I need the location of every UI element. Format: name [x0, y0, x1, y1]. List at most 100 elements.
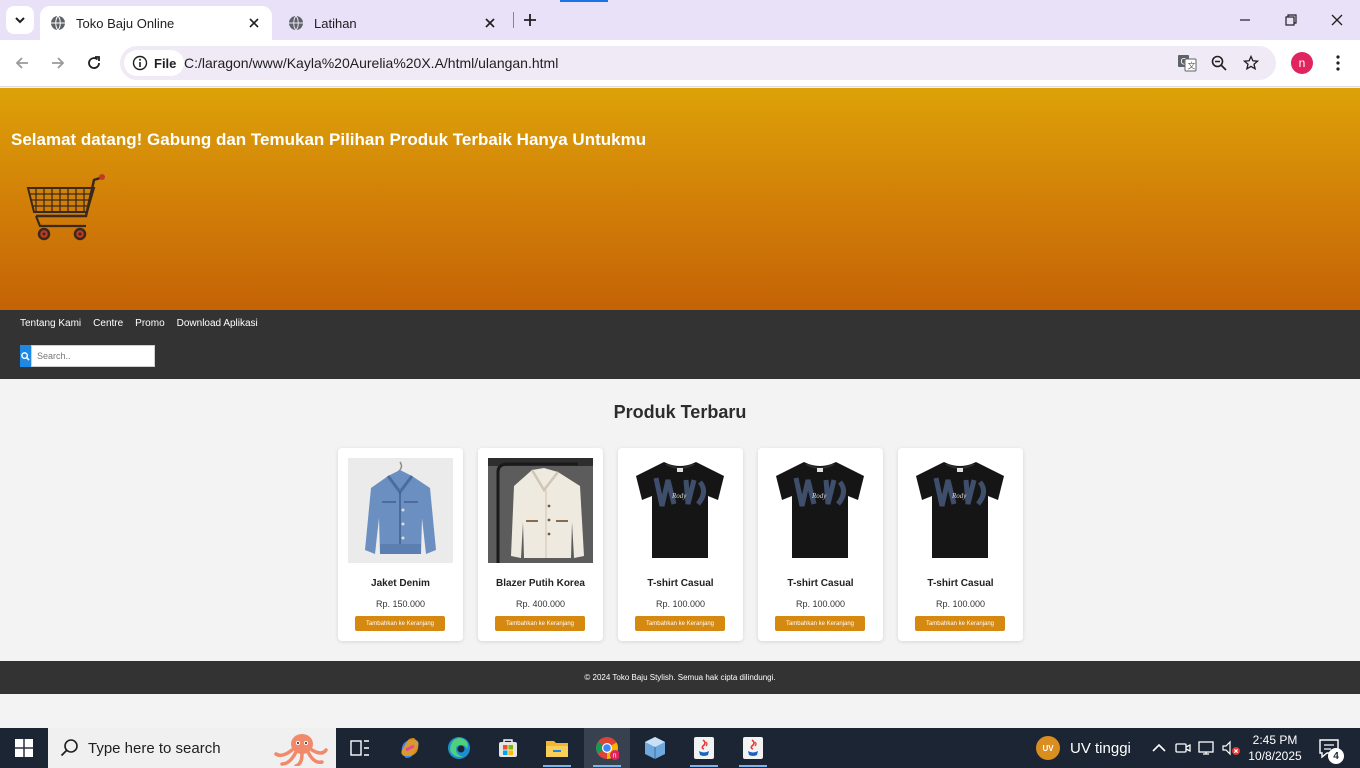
restore-button[interactable]	[1276, 6, 1306, 34]
edge-app[interactable]	[436, 728, 482, 768]
chevron-down-icon	[15, 17, 25, 24]
product-name: T-shirt Casual	[927, 578, 994, 589]
copilot-app[interactable]	[387, 728, 433, 768]
translate-icon: G文	[1178, 55, 1197, 72]
copilot-icon	[401, 738, 419, 758]
product-card: Rody T-shirt Casual Rp. 100.000 Tambahka…	[618, 448, 743, 641]
back-button[interactable]	[7, 48, 37, 78]
nav-link-download-aplikasi[interactable]: Download Aplikasi	[177, 318, 258, 329]
tab-title: Toko Baju Online	[76, 15, 175, 31]
globe-icon	[289, 15, 303, 31]
network-icon	[1198, 741, 1214, 755]
product-image-black-tshirt: Rody	[908, 458, 1013, 563]
forward-button[interactable]	[43, 48, 73, 78]
product-card: Jaket Denim Rp. 150.000 Tambahkan ke Ker…	[338, 448, 463, 641]
tab-title: Latihan	[314, 15, 357, 31]
bookmark-button[interactable]	[1240, 52, 1262, 74]
browser-toolbar: File C:/laragon/www/Kayla%20Aurelia%20X.…	[0, 40, 1360, 87]
search-button[interactable]	[20, 345, 31, 367]
globe-icon	[51, 15, 65, 31]
nav-link-centre[interactable]: Centre	[93, 318, 123, 329]
volume-button[interactable]	[1221, 738, 1241, 758]
clock-time: 2:45 PM	[1252, 733, 1298, 747]
hero-banner: Selamat datang! Gabung dan Temukan Pilih…	[0, 88, 1360, 310]
virtualbox-app[interactable]	[632, 728, 678, 768]
url-text[interactable]: C:/laragon/www/Kayla%20Aurelia%20X.A/htm…	[184, 55, 558, 71]
windows-taskbar: Type here to search n UV UV tinggi 2:45 …	[0, 728, 1360, 768]
taskbar-search-box[interactable]: Type here to search	[48, 728, 336, 768]
reload-icon	[88, 56, 100, 69]
svg-text:Rody: Rody	[811, 492, 827, 500]
site-info-chip[interactable]: File	[124, 50, 185, 76]
add-to-cart-button[interactable]: Tambahkan ke Keranjang	[635, 616, 725, 631]
folder-icon	[546, 741, 568, 757]
shopping-cart-icon	[26, 174, 105, 241]
zoom-button[interactable]	[1208, 52, 1230, 74]
tab-divider	[513, 12, 514, 28]
java-icon	[743, 737, 763, 759]
reload-button[interactable]	[79, 48, 109, 78]
uv-status-text: UV tinggi	[1070, 739, 1131, 757]
product-price: Rp. 100.000	[655, 599, 706, 609]
show-hidden-icons-button[interactable]	[1149, 738, 1169, 758]
section-title: Produk Terbaru	[613, 402, 747, 422]
nav-link-promo[interactable]: Promo	[135, 318, 164, 329]
java-app-1[interactable]	[681, 728, 727, 768]
address-bar[interactable]: File C:/laragon/www/Kayla%20Aurelia%20X.…	[120, 46, 1276, 80]
weather-widget[interactable]: UV UV tinggi	[1036, 736, 1131, 760]
close-tab-icon[interactable]	[246, 15, 262, 31]
clock-date: 10/8/2025	[1248, 749, 1302, 763]
svg-text:Rody: Rody	[671, 492, 687, 500]
tab-search-button[interactable]	[6, 6, 34, 34]
start-button[interactable]	[0, 728, 48, 768]
meet-now-button[interactable]	[1173, 738, 1193, 758]
product-price: Rp. 100.000	[935, 599, 986, 609]
uv-badge-icon: UV	[1036, 736, 1060, 760]
add-to-cart-button[interactable]: Tambahkan ke Keranjang	[915, 616, 1005, 631]
add-to-cart-button[interactable]: Tambahkan ke Keranjang	[495, 616, 585, 631]
microsoft-store-app[interactable]	[485, 728, 531, 768]
product-name: T-shirt Casual	[787, 578, 854, 589]
product-name: Jaket Denim	[371, 578, 430, 589]
star-icon	[1243, 55, 1259, 71]
task-view-button[interactable]	[337, 728, 383, 768]
nav-link-tentang-kami[interactable]: Tentang Kami	[20, 318, 81, 329]
system-clock[interactable]: 2:45 PM 10/8/2025	[1244, 732, 1306, 764]
product-name: T-shirt Casual	[647, 578, 714, 589]
tab-toko-baju-online[interactable]: Toko Baju Online	[40, 6, 272, 40]
chrome-app[interactable]: n	[584, 728, 630, 768]
network-button[interactable]	[1197, 738, 1217, 758]
store-icon	[499, 739, 517, 757]
close-window-button[interactable]	[1322, 6, 1352, 34]
site-chip-label: File	[154, 55, 177, 71]
hero-title: Selamat datang! Gabung dan Temukan Pilih…	[11, 130, 647, 149]
browser-tabstrip: Toko Baju Online Latihan	[0, 0, 1360, 40]
chrome-icon: n	[596, 737, 619, 760]
product-price: Rp. 400.000	[515, 599, 566, 609]
drag-indicator	[560, 0, 608, 2]
add-to-cart-button[interactable]: Tambahkan ke Keranjang	[775, 616, 865, 631]
arrow-left-icon	[15, 57, 28, 69]
more-vertical-icon	[1336, 55, 1340, 71]
taskbar-search-placeholder: Type here to search	[88, 739, 221, 757]
product-card: Rody T-shirt Casual Rp. 100.000 Tambahka…	[758, 448, 883, 641]
product-image-black-tshirt: Rody	[628, 458, 733, 563]
info-icon	[132, 55, 148, 71]
add-to-cart-button[interactable]: Tambahkan ke Keranjang	[355, 616, 445, 631]
minimize-icon	[1240, 19, 1250, 21]
search-icon	[21, 351, 30, 361]
site-footer: © 2024 Toko Baju Stylish. Semua hak cipt…	[0, 661, 1360, 694]
web-page: Selamat datang! Gabung dan Temukan Pilih…	[0, 88, 1360, 728]
java-app-2[interactable]	[730, 728, 776, 768]
translate-button[interactable]: G文	[1176, 52, 1198, 74]
file-explorer-app[interactable]	[534, 728, 580, 768]
browser-menu-button[interactable]	[1326, 50, 1350, 76]
close-tab-icon[interactable]	[482, 15, 498, 31]
profile-avatar[interactable]: n	[1291, 52, 1313, 74]
java-icon	[694, 737, 714, 759]
search-input[interactable]	[31, 345, 155, 367]
restore-icon	[1285, 14, 1297, 26]
new-tab-button[interactable]	[518, 8, 542, 32]
tab-latihan[interactable]: Latihan	[278, 6, 508, 40]
minimize-button[interactable]	[1230, 6, 1260, 34]
